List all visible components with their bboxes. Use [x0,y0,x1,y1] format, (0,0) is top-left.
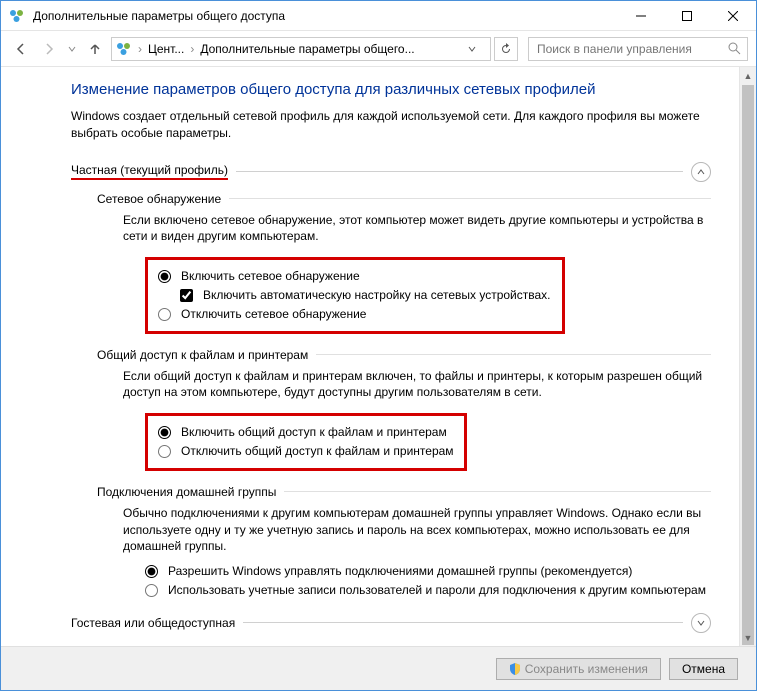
highlight-box: Включить сетевое обнаружение Включить ав… [145,257,565,333]
refresh-button[interactable] [494,37,518,61]
section-title: Гостевая или общедоступная [71,616,235,630]
search-icon [728,42,741,55]
breadcrumb-item[interactable]: Дополнительные параметры общего... [200,42,414,56]
subsection-title: Сетевое обнаружение [97,192,221,206]
address-dropdown-icon[interactable] [468,45,486,53]
radio-homegroup-user[interactable] [145,584,158,597]
radio-discovery-off[interactable] [158,308,171,321]
chevron-up-icon[interactable] [691,162,711,182]
checkbox-label: Включить автоматическую настройку на сет… [203,287,551,304]
search-input[interactable] [535,41,728,57]
toolbar: › Цент... › Дополнительные параметры общ… [1,31,756,67]
up-button[interactable] [83,37,107,61]
section-header-guest[interactable]: Гостевая или общедоступная [71,609,711,637]
footer-bar: Сохранить изменения Отмена [1,646,756,690]
separator-icon: › [190,42,194,56]
scroll-down-icon[interactable]: ▼ [740,629,756,646]
forward-button[interactable] [37,37,61,61]
highlight-box: Включить общий доступ к файлам и принтер… [145,413,467,471]
address-bar[interactable]: › Цент... › Дополнительные параметры общ… [111,37,491,61]
chevron-down-icon[interactable] [691,613,711,633]
cancel-button[interactable]: Отмена [669,658,738,680]
window-title: Дополнительные параметры общего доступа [33,9,618,23]
window-frame: Дополнительные параметры общего доступа … [0,0,757,691]
maximize-button[interactable] [664,1,710,30]
button-label: Сохранить изменения [525,662,648,676]
recent-dropdown[interactable] [65,37,79,61]
page-title: Изменение параметров общего доступа для … [71,81,711,98]
radio-label: Отключить сетевое обнаружение [181,306,366,323]
close-button[interactable] [710,1,756,30]
scroll-up-icon[interactable]: ▲ [740,67,756,84]
radio-label: Отключить общий доступ к файлам и принте… [181,443,454,460]
radio-label: Включить сетевое обнаружение [181,268,360,285]
subsection-header: Подключения домашней группы [97,485,711,499]
section-header-private[interactable]: Частная (текущий профиль) [71,158,711,186]
button-label: Отмена [682,662,725,676]
address-icon [116,41,132,57]
radio-label: Разрешить Windows управлять подключениям… [168,563,632,580]
subsection-homegroup: Подключения домашней группы Обычно подкл… [97,485,711,599]
page-description: Windows создает отдельный сетевой профил… [71,108,711,142]
radio-sharing-on[interactable] [158,426,171,439]
subsection-description: Если общий доступ к файлам и принтерам в… [123,368,711,402]
subsection-description: Если включено сетевое обнаружение, этот … [123,212,711,246]
subsection-description: Обычно подключениями к другим компьютера… [123,505,711,555]
subsection-title: Общий доступ к файлам и принтерам [97,348,308,362]
separator-icon: › [138,42,142,56]
subsection-header: Сетевое обнаружение [97,192,711,206]
breadcrumb-item[interactable]: Цент... [148,42,184,56]
back-button[interactable] [9,37,33,61]
scroll-thumb[interactable] [742,85,754,645]
radio-label: Использовать учетные записи пользователе… [168,582,706,599]
minimize-button[interactable] [618,1,664,30]
section-private: Частная (текущий профиль) Сетевое обнару… [71,158,711,599]
subsection-sharing: Общий доступ к файлам и принтерам Если о… [97,348,711,475]
shield-icon [509,663,521,675]
subsection-discovery: Сетевое обнаружение Если включено сетево… [97,192,711,338]
scrollbar[interactable]: ▲ ▼ [739,67,756,646]
subsection-title: Подключения домашней группы [97,485,276,499]
radio-homegroup-allow[interactable] [145,565,158,578]
checkbox-auto-config[interactable] [180,289,193,302]
radio-discovery-on[interactable] [158,270,171,283]
app-icon [9,8,25,24]
radio-sharing-off[interactable] [158,445,171,458]
section-title: Частная (текущий профиль) [71,163,228,180]
search-box[interactable] [528,37,748,61]
save-button[interactable]: Сохранить изменения [496,658,661,680]
titlebar: Дополнительные параметры общего доступа [1,1,756,31]
subsection-header: Общий доступ к файлам и принтерам [97,348,711,362]
content-panel: Изменение параметров общего доступа для … [1,67,739,646]
window-buttons [618,1,756,30]
radio-label: Включить общий доступ к файлам и принтер… [181,424,447,441]
section-guest: Гостевая или общедоступная [71,609,711,637]
